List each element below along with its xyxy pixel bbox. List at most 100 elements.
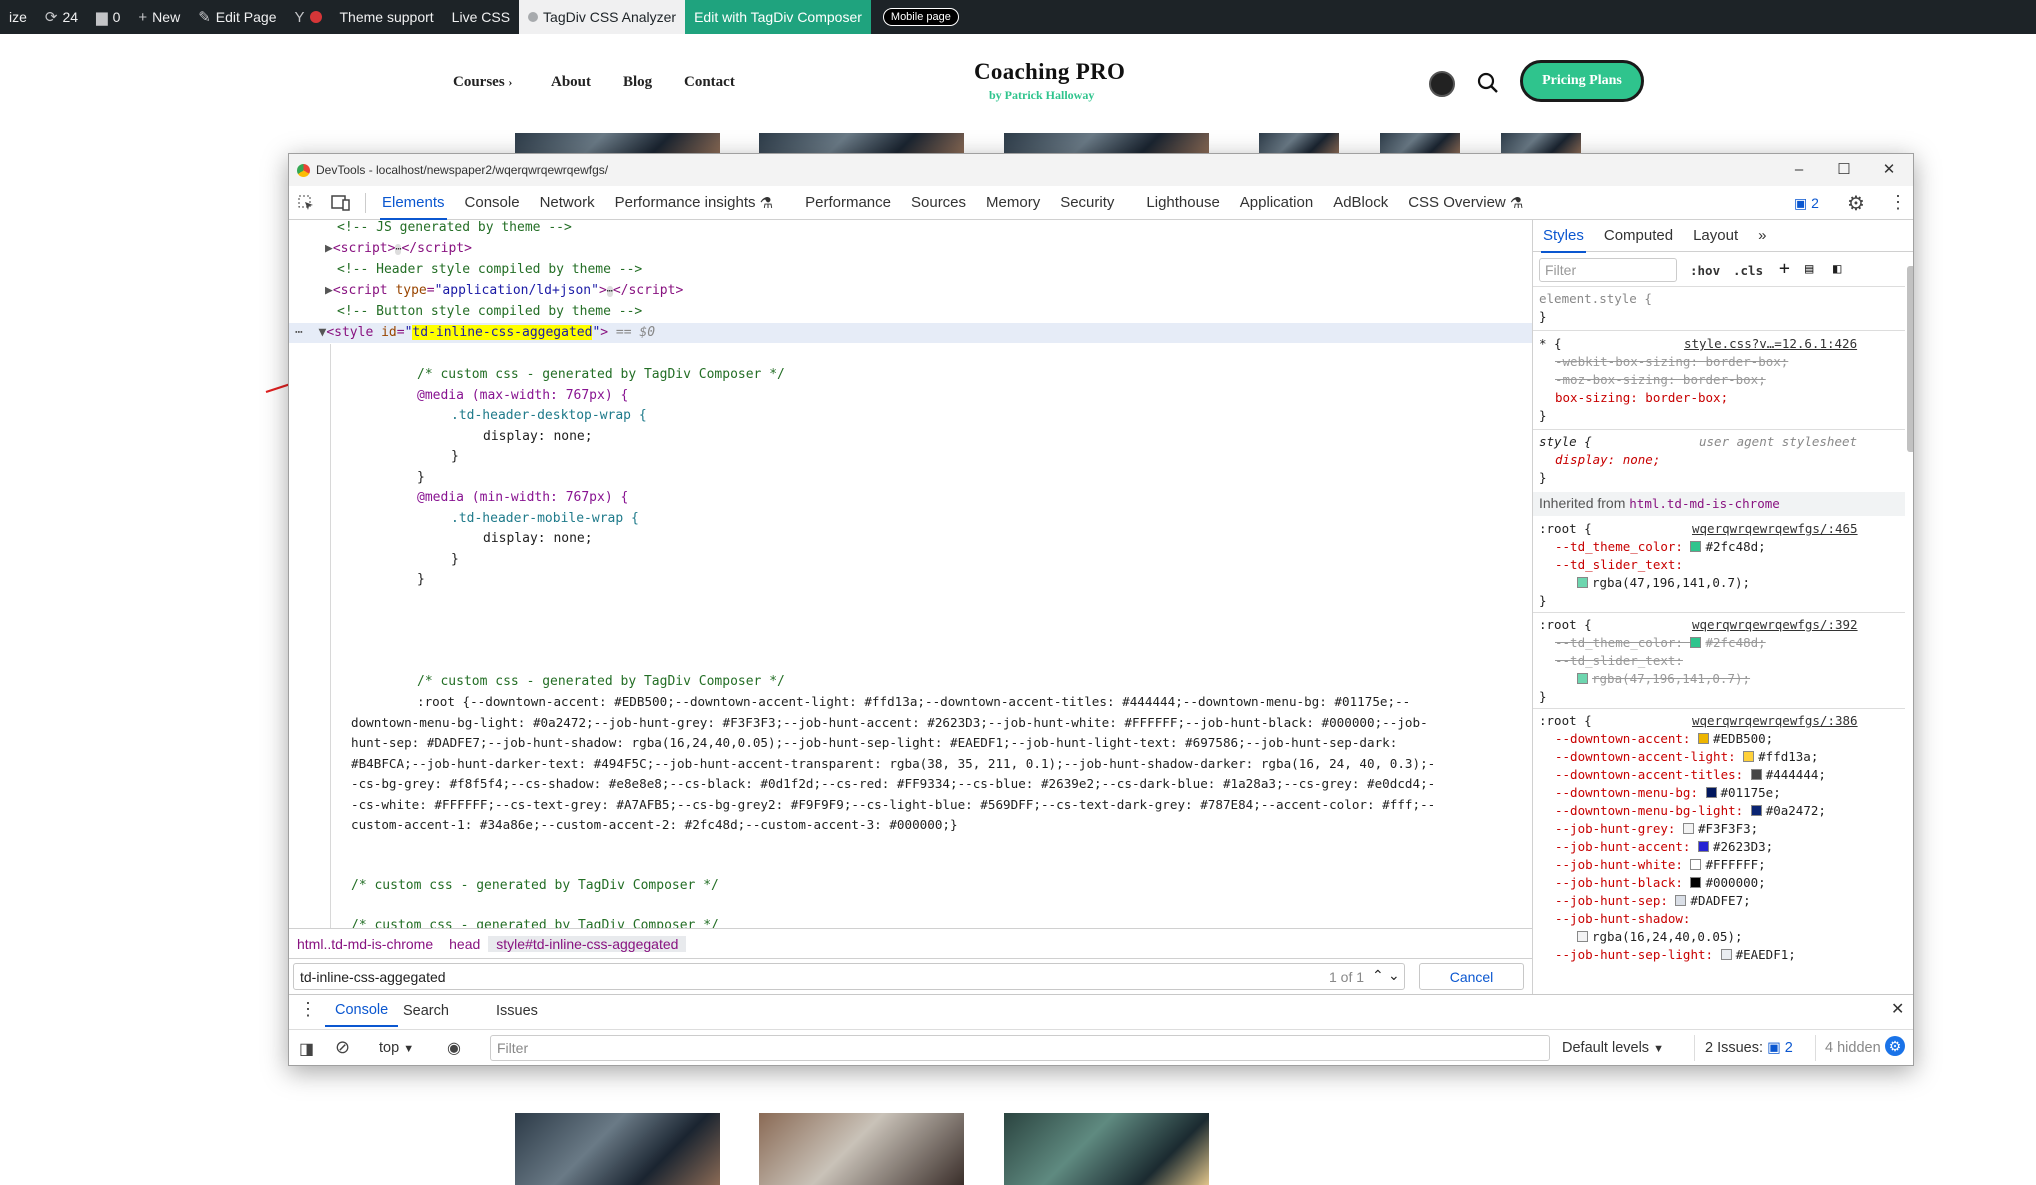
color-swatch[interactable] bbox=[1743, 751, 1755, 762]
drawer-menu-icon[interactable]: ⋮ bbox=[299, 999, 317, 1020]
search-icon[interactable] bbox=[1476, 71, 1500, 95]
close-icon[interactable]: ✕ bbox=[1879, 160, 1899, 180]
admin-css-analyzer[interactable]: TagDiv CSS Analyzer bbox=[519, 0, 686, 34]
find-cancel-button[interactable]: Cancel bbox=[1419, 963, 1524, 990]
find-input[interactable]: td-inline-css-aggegated 1 of 1 ⌃ ⌄ bbox=[293, 963, 1405, 990]
tab-css-overview[interactable]: CSS Overview ⚗ bbox=[1398, 186, 1533, 220]
tab-styles[interactable]: Styles bbox=[1533, 220, 1594, 253]
breadcrumb-html[interactable]: html..td-md-is-chrome bbox=[289, 936, 441, 952]
user-avatar-icon[interactable] bbox=[1429, 71, 1455, 97]
clear-console-icon[interactable]: ⊘ bbox=[335, 1037, 350, 1058]
css-variable-row[interactable]: --job-hunt-black: #000000; bbox=[1555, 874, 1766, 892]
nav-about[interactable]: About bbox=[551, 74, 591, 91]
tab-lighthouse[interactable]: Lighthouse bbox=[1136, 186, 1229, 220]
tab-sources[interactable]: Sources bbox=[901, 186, 976, 220]
admin-composer-button[interactable]: Edit with TagDiv Composer bbox=[685, 0, 871, 34]
course-thumbnail[interactable] bbox=[759, 133, 964, 153]
color-swatch[interactable] bbox=[1690, 877, 1702, 888]
tab-performance-insights[interactable]: Performance insights ⚗ bbox=[605, 186, 784, 220]
course-thumbnail[interactable] bbox=[1004, 1113, 1209, 1185]
css-variable-name[interactable]: --td_slider_text: bbox=[1555, 556, 1683, 574]
drawer-close-icon[interactable]: ✕ bbox=[1891, 999, 1904, 1019]
dom-comment[interactable]: <!-- JS generated by theme --> bbox=[337, 220, 572, 238]
course-thumbnail[interactable] bbox=[1259, 133, 1339, 153]
admin-customize[interactable]: ize bbox=[0, 0, 36, 34]
console-filter-input[interactable]: Filter bbox=[490, 1035, 1550, 1061]
dom-node-script-ldjson[interactable]: ▶<script type="application/ld+json">⋯</s… bbox=[325, 281, 683, 301]
css-property[interactable]: box-sizing: border-box; bbox=[1555, 389, 1728, 407]
find-previous-icon[interactable]: ⌃ bbox=[1372, 967, 1384, 984]
css-variable-row[interactable]: --downtown-accent-light: #ffd13a; bbox=[1555, 748, 1818, 766]
dom-node-style-selected[interactable]: ⋯ ▼<style id="td-inline-css-aggegated"> … bbox=[289, 323, 1532, 343]
color-swatch[interactable] bbox=[1577, 931, 1588, 942]
drawer-tab-issues[interactable]: Issues bbox=[496, 1003, 538, 1019]
styles-filter-input[interactable]: Filter bbox=[1539, 258, 1677, 282]
css-variable-row[interactable]: --downtown-accent-titles: #444444; bbox=[1555, 766, 1826, 784]
css-variable-row-overridden[interactable]: --td_theme_color: #2fc48d; bbox=[1555, 634, 1766, 652]
console-settings-gear-icon[interactable]: ⚙ bbox=[1885, 1036, 1905, 1056]
admin-live-css[interactable]: Live CSS bbox=[443, 0, 519, 34]
color-swatch[interactable] bbox=[1675, 895, 1687, 906]
more-options-icon[interactable]: ⋮ bbox=[1889, 192, 1907, 213]
sidebar-toggle-icon[interactable]: ◧ bbox=[1833, 260, 1841, 278]
color-swatch[interactable] bbox=[1705, 787, 1717, 798]
dom-comment[interactable]: <!-- Header style compiled by theme --> bbox=[337, 260, 642, 280]
css-variable-row[interactable]: --job-hunt-sep: #DADFE7; bbox=[1555, 892, 1751, 910]
stylesheet-link[interactable]: wqerqwrqewrqewfgs/:386 bbox=[1692, 712, 1858, 730]
find-next-icon[interactable]: ⌄ bbox=[1388, 967, 1400, 984]
dom-node-script[interactable]: ▶<script>⋯</script> bbox=[325, 239, 472, 259]
css-property-overridden[interactable]: -moz-box-sizing: border-box; bbox=[1555, 371, 1766, 389]
course-thumbnail[interactable] bbox=[1501, 133, 1581, 153]
minimize-icon[interactable]: – bbox=[1789, 160, 1809, 180]
css-variable-row[interactable]: --job-hunt-sep-light: #EAEDF1; bbox=[1555, 946, 1796, 964]
css-variable-row[interactable]: --downtown-menu-bg: #01175e; bbox=[1555, 784, 1781, 802]
tab-network[interactable]: Network bbox=[530, 186, 605, 220]
css-property-overridden[interactable]: -webkit-box-sizing: border-box; bbox=[1555, 353, 1788, 371]
element-style-rule[interactable]: element.style { bbox=[1539, 290, 1652, 308]
css-variable-row[interactable]: --job-hunt-shadow: bbox=[1555, 910, 1698, 928]
color-swatch[interactable] bbox=[1698, 733, 1709, 744]
stylesheet-link[interactable]: wqerqwrqewrqewfgs/:465 bbox=[1692, 520, 1858, 538]
color-swatch[interactable] bbox=[1750, 769, 1762, 780]
tab-console[interactable]: Console bbox=[455, 186, 530, 220]
css-variable-row-overridden[interactable]: rgba(47,196,141,0.7); bbox=[1577, 670, 1750, 688]
settings-gear-icon[interactable]: ⚙ bbox=[1847, 191, 1865, 216]
admin-seo[interactable]: Y bbox=[285, 0, 330, 34]
issues-badge[interactable]: ▣ 2 bbox=[1794, 195, 1819, 212]
course-thumbnail[interactable] bbox=[759, 1113, 964, 1185]
admin-updates[interactable]: ⟳ 24 bbox=[36, 0, 87, 34]
cls-toggle[interactable]: .cls bbox=[1733, 262, 1763, 280]
nav-blog[interactable]: Blog bbox=[623, 74, 652, 91]
device-toolbar-icon[interactable] bbox=[323, 186, 359, 220]
color-swatch[interactable] bbox=[1690, 541, 1702, 552]
inspect-element-icon[interactable] bbox=[289, 186, 323, 220]
site-logo-title[interactable]: Coaching PRO bbox=[974, 59, 1125, 85]
admin-mobile-page[interactable]: Mobile page bbox=[882, 8, 959, 26]
css-variable-row[interactable]: --job-hunt-accent: #2623D3; bbox=[1555, 838, 1773, 856]
stylesheet-link[interactable]: style.css?v…=12.6.1:426 bbox=[1684, 335, 1857, 353]
css-variable-name[interactable]: --td_slider_text: bbox=[1555, 652, 1683, 670]
breadcrumb-head[interactable]: head bbox=[441, 936, 488, 952]
course-thumbnail[interactable] bbox=[515, 1113, 720, 1185]
css-variable-row[interactable]: --job-hunt-grey: #F3F3F3; bbox=[1555, 820, 1758, 838]
paint-brush-icon[interactable]: ▤ bbox=[1805, 260, 1813, 278]
admin-comments[interactable]: ▆ 0 bbox=[87, 0, 129, 34]
inherited-element-link[interactable]: html.td-md-is-chrome bbox=[1629, 496, 1780, 511]
nav-contact[interactable]: Contact bbox=[684, 74, 735, 91]
tab-adblock[interactable]: AdBlock bbox=[1323, 186, 1398, 220]
eye-icon[interactable]: ◉ bbox=[447, 1038, 461, 1058]
css-variable-row[interactable]: --downtown-menu-bg-light: #0a2472; bbox=[1555, 802, 1826, 820]
course-thumbnail[interactable] bbox=[1004, 133, 1209, 153]
context-selector[interactable]: top ▼ bbox=[379, 1040, 414, 1056]
log-levels-dropdown[interactable]: Default levels ▼ bbox=[1562, 1040, 1664, 1056]
admin-edit-page[interactable]: ✎ Edit Page bbox=[189, 0, 285, 34]
css-variable-row[interactable]: --downtown-accent: #EDB500; bbox=[1555, 730, 1773, 748]
tab-performance[interactable]: Performance bbox=[795, 186, 901, 220]
breadcrumb-style[interactable]: style#td-inline-css-aggegated bbox=[488, 935, 687, 952]
tab-computed[interactable]: Computed bbox=[1594, 220, 1683, 253]
issues-counter[interactable]: 2 Issues: ▣ 2 bbox=[1705, 1040, 1793, 1056]
color-swatch[interactable] bbox=[1690, 859, 1702, 870]
tab-security[interactable]: Security bbox=[1050, 186, 1124, 220]
add-rule-icon[interactable]: + bbox=[1779, 260, 1790, 278]
course-thumbnail[interactable] bbox=[515, 133, 720, 153]
